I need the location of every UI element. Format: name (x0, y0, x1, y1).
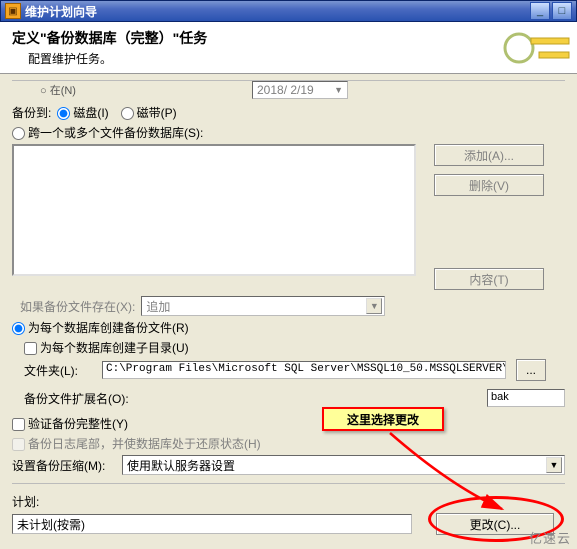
window-title: 维护计划向导 (25, 3, 528, 20)
truncated-radio: ○ 在(N) (40, 82, 76, 98)
ext-input[interactable]: bak (487, 389, 565, 407)
annotation-callout: 这里选择更改 (322, 407, 444, 431)
backup-to-row: 备份到: 磁盘(I) 磁带(P) (12, 104, 565, 121)
create-subdir-checkbox[interactable]: 为每个数据库创建子目录(U) (24, 339, 189, 356)
page-title: 定义"备份数据库（完整）"任务 (12, 28, 565, 48)
tail-checkbox: 备份日志尾部，并使数据库处于还原状态(H) (12, 435, 261, 452)
truncated-section: ○ 在(N) 2018/ 2/19 ▼ (12, 80, 565, 100)
wizard-header: 定义"备份数据库（完整）"任务 配置维护任务。 (0, 22, 577, 74)
backup-files-listbox[interactable] (12, 144, 416, 276)
verify-checkbox[interactable]: 验证备份完整性(Y) (12, 415, 128, 432)
tape-radio[interactable]: 磁带(P) (121, 104, 177, 121)
app-icon: ▣ (5, 3, 21, 19)
disk-radio[interactable]: 磁盘(I) (57, 104, 108, 121)
backup-to-label: 备份到: (12, 104, 51, 121)
date-field: 2018/ 2/19 ▼ (252, 81, 348, 99)
if-exists-select: 追加 ▼ (141, 296, 385, 316)
browse-button[interactable]: ... (516, 359, 546, 381)
folder-label: 文件夹(L): (24, 362, 96, 379)
titlebar: ▣ 维护计划向导 _ □ (0, 0, 577, 22)
dropdown-icon[interactable]: ▼ (546, 457, 562, 473)
dropdown-icon: ▼ (366, 298, 382, 314)
add-button[interactable]: 添加(A)... (434, 144, 544, 166)
header-decor-icon (501, 30, 571, 66)
page-subtitle: 配置维护任务。 (28, 50, 565, 67)
schedule-field: 未计划(按需) (12, 514, 412, 534)
maximize-button[interactable]: □ (552, 2, 572, 20)
per-file-radio[interactable]: 跨一个或多个文件备份数据库(S): (12, 124, 203, 141)
compress-label: 设置备份压缩(M): (12, 457, 116, 474)
watermark: 亿速云 (529, 528, 571, 547)
compress-select[interactable]: 使用默认服务器设置 ▼ (122, 455, 565, 475)
ext-label: 备份文件扩展名(O): (24, 390, 144, 407)
per-db-radio[interactable]: 为每个数据库创建备份文件(R) (12, 319, 189, 336)
minimize-button[interactable]: _ (530, 2, 550, 20)
per-file-radio-row: 跨一个或多个文件备份数据库(S): (12, 124, 565, 141)
dropdown-icon: ▼ (334, 85, 343, 95)
if-exists-label: 如果备份文件存在(X): (20, 298, 135, 315)
contents-button[interactable]: 内容(T) (434, 268, 544, 290)
schedule-label: 计划: (12, 493, 39, 510)
folder-input[interactable]: C:\Program Files\Microsoft SQL Server\MS… (102, 361, 506, 379)
per-db-radio-row: 为每个数据库创建备份文件(R) (12, 319, 565, 336)
remove-button[interactable]: 删除(V) (434, 174, 544, 196)
